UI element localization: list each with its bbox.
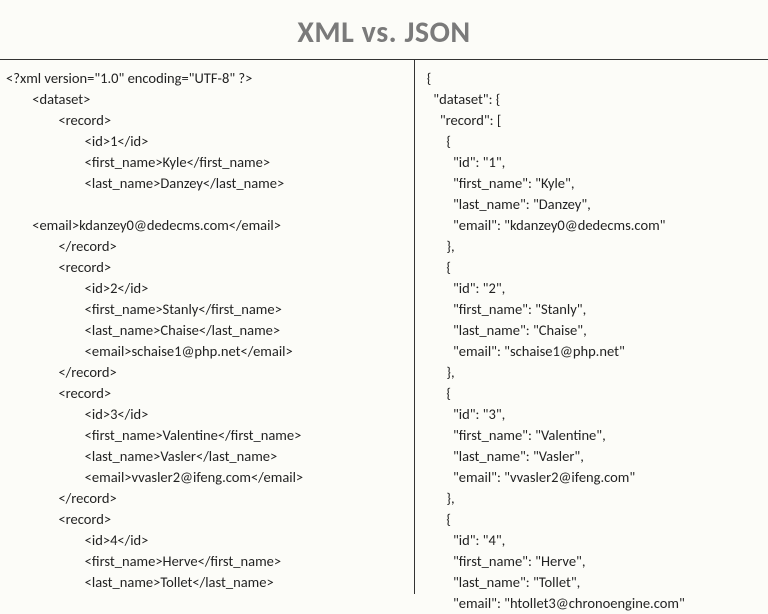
xml-line: </record> <box>6 363 117 381</box>
xml-line: <first_name>Valentine</first_name> <box>6 426 301 444</box>
xml-line: <record> <box>6 111 111 129</box>
xml-line: <email>vvasler2@ifeng.com</email> <box>6 468 303 486</box>
json-line: }, <box>427 237 455 255</box>
json-line: "id": "3", <box>427 405 506 423</box>
xml-line: <first_name>Stanly</first_name> <box>6 300 282 318</box>
xml-line: <record> <box>6 258 111 276</box>
json-line: "email": "schaise1@php.net" <box>427 342 625 360</box>
json-line: "email": "htollet3@chronoengine.com" <box>427 594 685 612</box>
json-line: "first_name": "Kyle", <box>427 174 575 192</box>
page-title: XML vs. JSON <box>0 0 768 59</box>
json-line: }, <box>427 363 455 381</box>
xml-line: <id>3</id> <box>6 405 148 423</box>
xml-line: <?xml version="1.0" encoding="UTF-8" ?> <box>6 69 252 87</box>
json-line: { <box>427 384 451 402</box>
xml-line: <last_name>Chaise</last_name> <box>6 321 280 339</box>
json-line: "record": [ <box>427 111 502 129</box>
json-line: "first_name": "Stanly", <box>427 300 586 318</box>
json-line: "dataset": { <box>427 90 501 108</box>
xml-line: <first_name>Kyle</first_name> <box>6 153 270 171</box>
xml-line: <last_name>Vasler</last_name> <box>6 447 277 465</box>
xml-line: </record> <box>6 489 117 507</box>
json-line: { <box>427 510 451 528</box>
json-line: "email": "vvasler2@ifeng.com" <box>427 468 635 486</box>
json-line: "last_name": "Tollet", <box>427 573 581 591</box>
xml-line: <dataset> <box>6 90 90 108</box>
xml-line: <record> <box>6 510 111 528</box>
json-line: "last_name": "Chaise", <box>427 321 587 339</box>
json-line: "id": "2", <box>427 279 506 297</box>
json-line: "email": "kdanzey0@dedecms.com" <box>427 216 666 234</box>
xml-line: <email>kdanzey0@dedecms.com</email> <box>6 216 281 234</box>
xml-column: <?xml version="1.0" encoding="UTF-8" ?> … <box>0 60 415 594</box>
json-line: { <box>427 69 432 87</box>
xml-line: <id>4</id> <box>6 531 148 549</box>
xml-line: </record> <box>6 237 117 255</box>
json-line: "last_name": "Danzey", <box>427 195 591 213</box>
json-line: "last_name": "Vasler", <box>427 447 584 465</box>
xml-line: <id>2</id> <box>6 279 148 297</box>
xml-line: <last_name>Danzey</last_name> <box>6 174 284 192</box>
json-line: "first_name": "Herve", <box>427 552 586 570</box>
json-line: "id": "1", <box>427 153 506 171</box>
json-column: { "dataset": { "record": [ { "id": "1", … <box>415 60 768 594</box>
xml-line: <id>1</id> <box>6 132 148 150</box>
xml-line: <record> <box>6 384 111 402</box>
json-line: "id": "4", <box>427 531 506 549</box>
xml-line: <email>schaise1@php.net</email> <box>6 342 293 360</box>
json-line: { <box>427 258 451 276</box>
json-line: { <box>427 132 451 150</box>
xml-line: <first_name>Herve</first_name> <box>6 552 281 570</box>
json-line: }, <box>427 489 455 507</box>
xml-line: <last_name>Tollet</last_name> <box>6 573 274 591</box>
json-line: "first_name": "Valentine", <box>427 426 606 444</box>
comparison-container: <?xml version="1.0" encoding="UTF-8" ?> … <box>0 59 768 594</box>
